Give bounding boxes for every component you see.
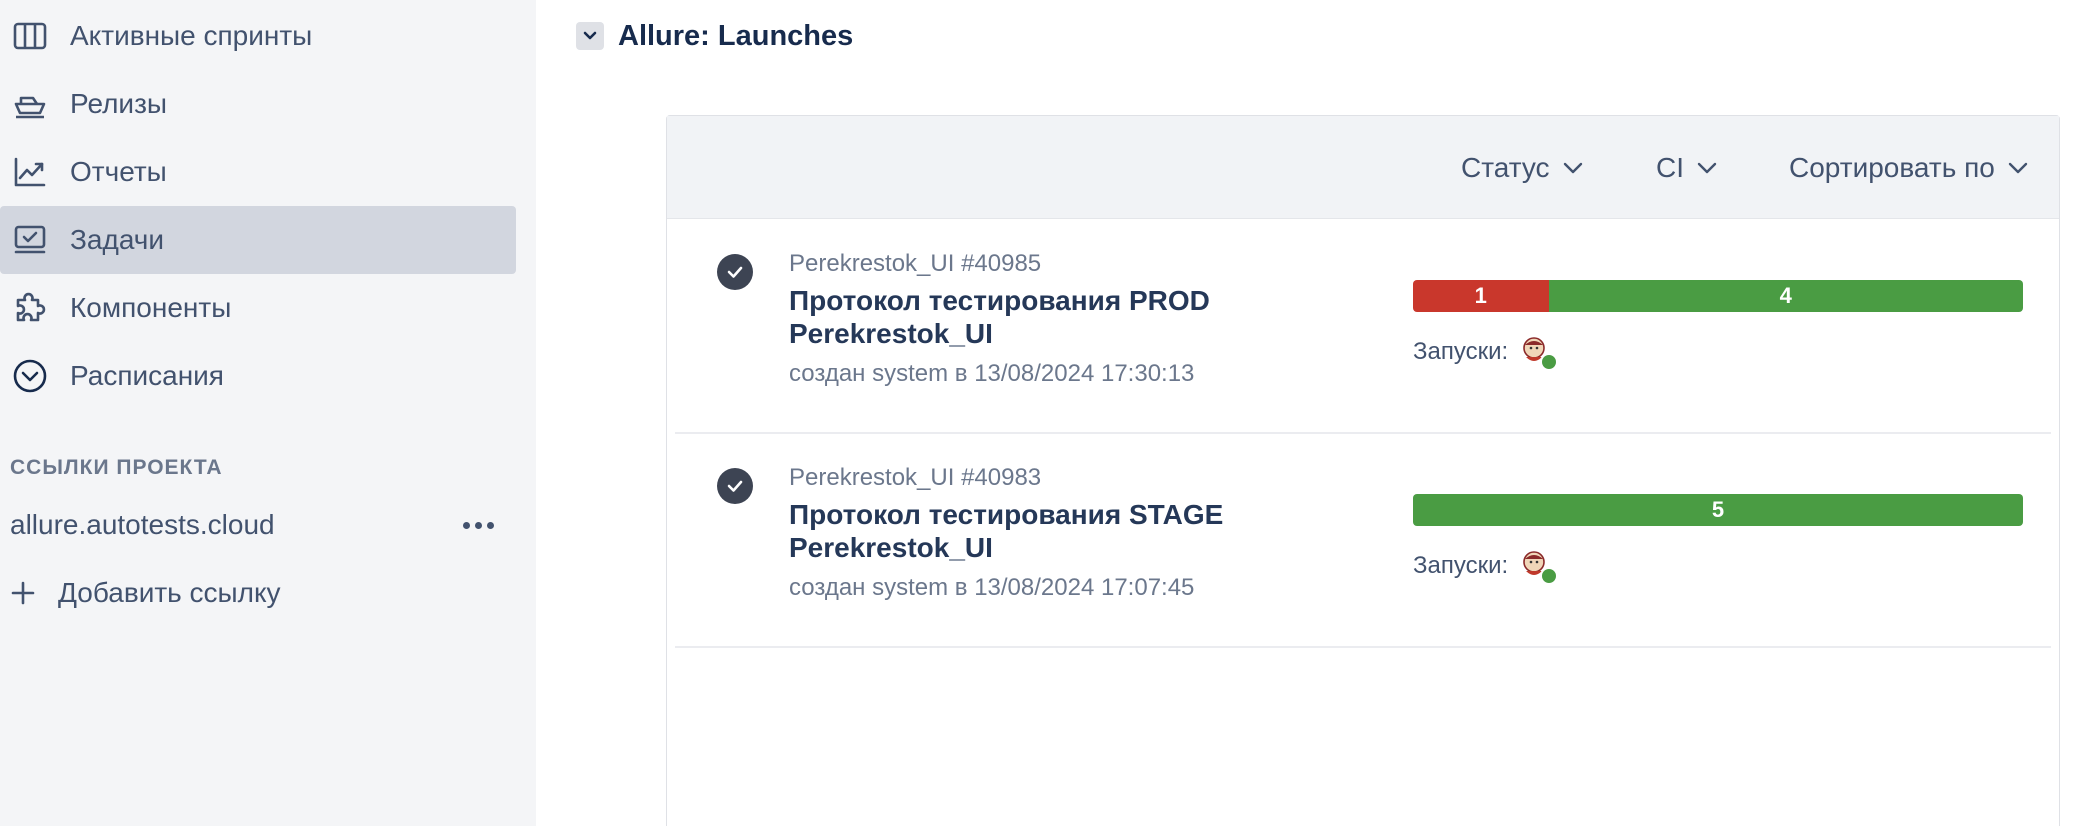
jenkins-icon[interactable] <box>1520 335 1559 371</box>
passed-segment: 4 <box>1548 280 2023 312</box>
runs-label: Запуски: <box>1413 552 1509 579</box>
columns-icon <box>10 16 50 56</box>
clock-chevron-icon <box>10 356 50 396</box>
more-dots-icon <box>462 521 470 529</box>
chevron-down-icon <box>2008 162 2028 174</box>
project-link-row: allure.autotests.cloud <box>10 500 506 550</box>
collapse-button[interactable] <box>576 22 604 50</box>
sidebar-item-label: Отчеты <box>70 156 167 187</box>
add-link-label: Добавить ссылку <box>58 577 281 608</box>
sidebar: Активные спринты Релизы Отчеты Задачи Ко… <box>0 0 536 826</box>
chevron-down-icon <box>583 31 597 40</box>
sidebar-item-label: Релизы <box>70 88 168 119</box>
sidebar-item-label: Компоненты <box>70 292 232 323</box>
sidebar-item-label: Задачи <box>70 224 165 255</box>
ci-filter-dropdown[interactable]: CI <box>1656 148 1720 188</box>
result-bar[interactable]: 1 4 <box>1413 280 2023 312</box>
launch-name[interactable]: Протокол тестирования STAGE Perekrestok_… <box>789 498 1309 564</box>
jenkins-icon[interactable] <box>1520 549 1559 585</box>
launch-meta: создан system в 13/08/2024 17:07:45 <box>789 574 1195 601</box>
chevron-down-icon <box>1697 162 1717 174</box>
sidebar-item-schedules[interactable]: Расписания <box>0 342 516 410</box>
runs: Запуски: <box>1413 546 1559 586</box>
sort-dropdown[interactable]: Сортировать по <box>1789 148 2031 188</box>
result-bar[interactable]: 5 <box>1413 494 2023 526</box>
status-check-icon <box>717 254 753 290</box>
passed-segment: 5 <box>1413 494 2023 526</box>
launch-row[interactable]: Perekrestok_UI #40983 Протокол тестирова… <box>675 434 2051 648</box>
launch-name[interactable]: Протокол тестирования PROD Perekrestok_U… <box>789 284 1309 350</box>
status-check-icon <box>717 468 753 504</box>
run-status-dot <box>1540 567 1559 585</box>
run-status-dot <box>1540 353 1559 371</box>
runs: Запуски: <box>1413 332 1559 372</box>
more-options-button[interactable] <box>458 508 498 542</box>
sidebar-item-label: Расписания <box>70 360 224 391</box>
launch-row[interactable]: Perekrestok_UI #40985 Протокол тестирова… <box>675 220 2051 434</box>
trend-chart-icon <box>10 152 50 192</box>
page-title: Allure: Launches <box>618 19 854 52</box>
puzzle-icon <box>10 288 50 328</box>
launch-id[interactable]: Perekrestok_UI #40983 <box>789 464 1041 492</box>
ship-icon <box>10 84 50 124</box>
chevron-down-icon <box>1563 162 1582 174</box>
status-filter-dropdown[interactable]: Статус <box>1461 148 1586 188</box>
plus-icon <box>11 581 35 605</box>
project-links-heading: ССЫЛКИ ПРОЕКТА <box>10 456 223 479</box>
add-link-button[interactable]: Добавить ссылку <box>8 568 281 618</box>
sort-label: Сортировать по <box>1789 152 1995 183</box>
failed-segment: 1 <box>1413 280 1549 312</box>
filter-toolbar: Статус CI Сортировать по <box>667 116 2059 219</box>
status-filter-label: Статус <box>1461 152 1550 183</box>
sidebar-item-tasks[interactable]: Задачи <box>0 206 516 274</box>
sidebar-item-label: Активные спринты <box>70 20 313 51</box>
runs-label: Запуски: <box>1413 338 1509 365</box>
sidebar-item-active-sprints[interactable]: Активные спринты <box>0 2 516 70</box>
section-header: Allure: Launches <box>576 16 853 56</box>
sidebar-item-reports[interactable]: Отчеты <box>0 138 516 206</box>
ci-filter-label: CI <box>1656 152 1684 183</box>
launch-id[interactable]: Perekrestok_UI #40985 <box>789 250 1041 278</box>
project-link[interactable]: allure.autotests.cloud <box>10 509 275 541</box>
task-board-icon <box>10 220 50 260</box>
launches-panel: Статус CI Сортировать по Perekrestok_UI … <box>666 115 2060 826</box>
sidebar-item-releases[interactable]: Релизы <box>0 70 516 138</box>
sidebar-item-components[interactable]: Компоненты <box>0 274 516 342</box>
launch-meta: создан system в 13/08/2024 17:30:13 <box>789 360 1195 387</box>
